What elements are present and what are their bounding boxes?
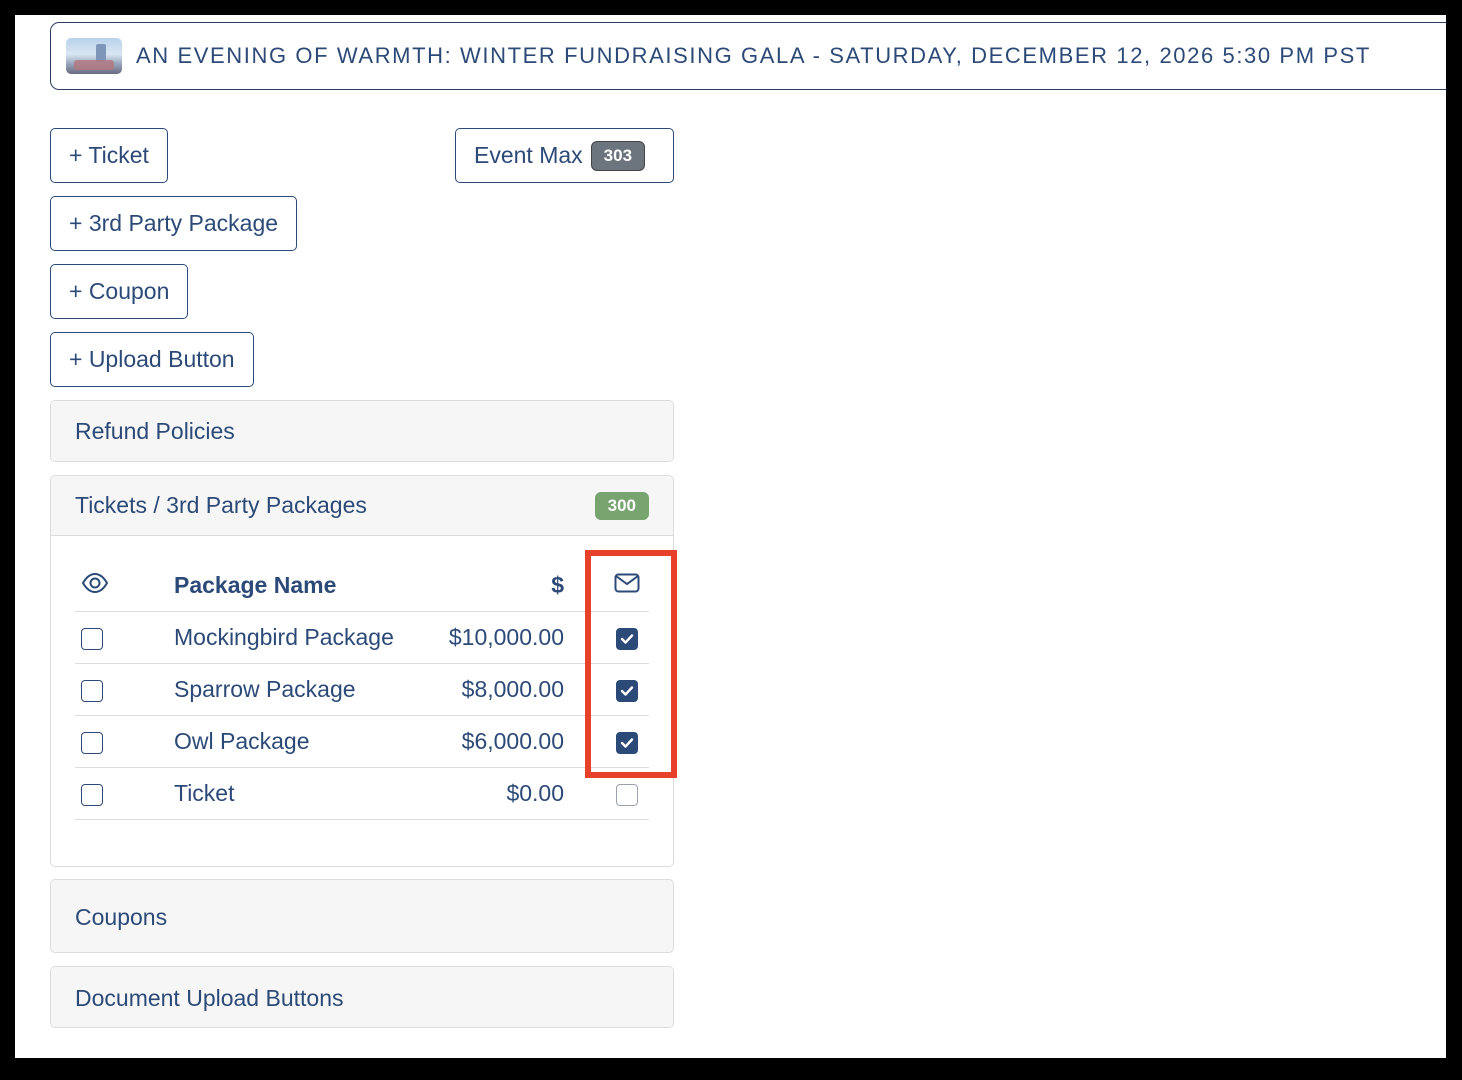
email-header xyxy=(564,560,649,612)
page-frame: AN EVENING OF WARMTH: WINTER FUNDRAISING… xyxy=(15,15,1446,1058)
document-upload-title: Document Upload Buttons xyxy=(75,984,344,1011)
email-cell xyxy=(564,767,649,820)
visibility-header xyxy=(75,560,174,612)
add-upload-button[interactable]: + Upload Button xyxy=(50,332,254,387)
table-row: Ticket $0.00 xyxy=(75,767,649,820)
package-price: $8,000.00 xyxy=(424,663,564,716)
email-cell xyxy=(564,715,649,768)
email-checkbox[interactable] xyxy=(615,627,638,650)
add-ticket-button[interactable]: + Ticket xyxy=(50,128,168,183)
package-name[interactable]: Owl Package xyxy=(174,715,424,768)
visibility-cell xyxy=(75,663,174,716)
event-max-label: Event Max xyxy=(474,142,583,168)
event-header: AN EVENING OF WARMTH: WINTER FUNDRAISING… xyxy=(50,22,1446,90)
event-thumbnail xyxy=(66,38,122,74)
visibility-cell xyxy=(75,767,174,820)
packages-table: Package Name $ Mockingbird Package $10,00… xyxy=(75,560,649,820)
package-name[interactable]: Mockingbird Package xyxy=(174,611,424,664)
visibility-checkbox[interactable] xyxy=(81,783,103,806)
table-row: Owl Package $6,000.00 xyxy=(75,715,649,768)
packages-table-body: Mockingbird Package $10,000.00 Sparrow Pac… xyxy=(75,611,649,820)
visibility-checkbox[interactable] xyxy=(81,627,103,650)
email-checkbox[interactable] xyxy=(615,679,638,702)
visibility-cell xyxy=(75,715,174,768)
event-max-badge: 303 xyxy=(590,140,646,171)
add-3rd-party-package-button[interactable]: + 3rd Party Package xyxy=(50,196,298,251)
tickets-count-badge: 300 xyxy=(594,491,649,520)
package-name[interactable]: Ticket xyxy=(174,767,424,820)
document-upload-header[interactable]: Document Upload Buttons xyxy=(51,967,673,1027)
refund-policies-panel[interactable]: Refund Policies xyxy=(50,400,674,462)
checkmark-icon xyxy=(620,634,633,644)
email-checkbox[interactable] xyxy=(615,731,638,754)
visibility-checkbox[interactable] xyxy=(81,679,103,702)
email-cell xyxy=(564,663,649,716)
envelope-icon xyxy=(614,573,639,593)
table-row: Sparrow Package $8,000.00 xyxy=(75,663,649,716)
price-header[interactable]: $ xyxy=(424,560,564,612)
eye-icon xyxy=(81,572,109,594)
refund-policies-title: Refund Policies xyxy=(75,417,235,444)
visibility-cell xyxy=(75,611,174,664)
add-coupon-button[interactable]: + Coupon xyxy=(50,264,189,319)
tickets-panel-title: Tickets / 3rd Party Packages xyxy=(75,492,367,518)
visibility-checkbox[interactable] xyxy=(81,731,103,754)
package-price: $10,000.00 xyxy=(424,611,564,664)
package-price: $0.00 xyxy=(424,767,564,820)
event-title: AN EVENING OF WARMTH: WINTER FUNDRAISING… xyxy=(136,43,1371,68)
email-cell xyxy=(564,611,649,664)
table-row: Mockingbird Package $10,000.00 xyxy=(75,611,649,664)
package-name[interactable]: Sparrow Package xyxy=(174,663,424,716)
tickets-panel: Tickets / 3rd Party Packages 300 Package… xyxy=(50,475,674,867)
tickets-panel-header[interactable]: Tickets / 3rd Party Packages 300 xyxy=(51,476,673,536)
coupons-panel[interactable]: Coupons xyxy=(50,879,674,953)
checkmark-icon xyxy=(620,738,633,748)
event-max-button[interactable]: Event Max 303 xyxy=(455,128,674,183)
coupons-title: Coupons xyxy=(75,903,168,930)
coupons-header[interactable]: Coupons xyxy=(51,880,673,952)
package-price: $6,000.00 xyxy=(424,715,564,768)
checkmark-icon xyxy=(620,686,633,696)
refund-policies-header[interactable]: Refund Policies xyxy=(51,401,673,461)
email-checkbox[interactable] xyxy=(615,783,638,806)
package-name-header[interactable]: Package Name xyxy=(174,560,424,612)
document-upload-panel[interactable]: Document Upload Buttons xyxy=(50,966,674,1028)
